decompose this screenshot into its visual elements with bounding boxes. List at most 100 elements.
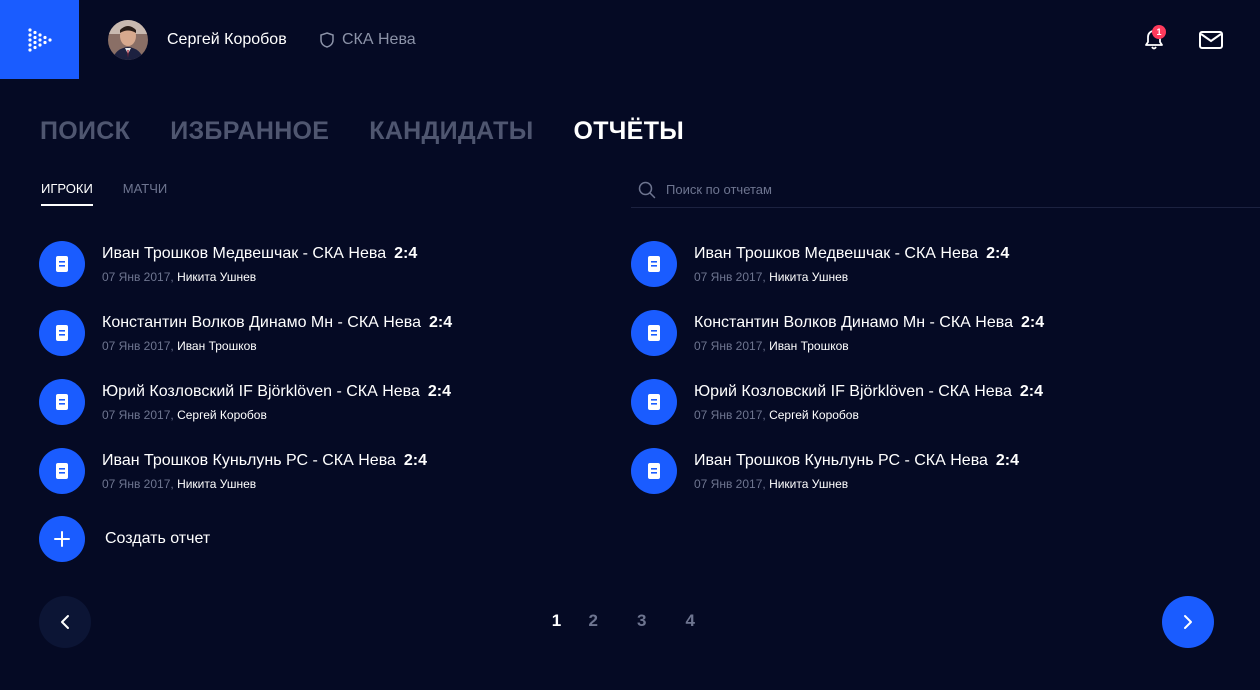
report-item[interactable]: Иван Трошков Медвешчак - СКА Нева 2:4 07 … xyxy=(631,240,1191,309)
report-icon-wrap xyxy=(39,241,85,287)
report-score: 2:4 xyxy=(394,245,418,262)
report-score: 2:4 xyxy=(403,452,428,469)
team-name: СКА Нева xyxy=(342,31,416,48)
report-title: Константин Волков Динамо Мн - СКА Нева 2:… xyxy=(694,314,1045,331)
search-icon xyxy=(638,181,656,198)
report-date: 07 Янв 2017, xyxy=(694,477,766,491)
play-logo-icon xyxy=(27,27,52,52)
report-author: Иван Трошков xyxy=(769,339,849,353)
sub-tabs: ИГРОКИ МАТЧИ xyxy=(41,181,167,206)
create-report-button[interactable] xyxy=(39,516,85,562)
report-score: 2:4 xyxy=(1019,383,1044,400)
report-item[interactable]: Иван Трошков Куньлунь РС - СКА Нева 2:4 0… xyxy=(631,447,1191,516)
report-item[interactable]: Юрий Козловский IF Björklöven - СКА Нева… xyxy=(39,378,599,447)
report-date: 07 Янв 2017, xyxy=(694,339,766,353)
report-author: Сергей Коробов xyxy=(769,408,859,422)
report-date: 07 Янв 2017, xyxy=(102,408,174,422)
main-tabs: ПОИСК ИЗБРАННОЕ КАНДИДАТЫ ОТЧЁТЫ xyxy=(40,117,684,146)
chevron-right-icon xyxy=(1184,615,1192,629)
reports-list-left: Иван Трошков Медвешчак - СКА Нева 2:4 07 … xyxy=(39,240,599,516)
notification-badge: 1 xyxy=(1152,25,1166,39)
page-4[interactable]: 4 xyxy=(666,611,715,631)
report-title: Иван Трошков Медвешчак - СКА Нева 2:4 xyxy=(694,245,1010,262)
report-icon-wrap xyxy=(39,379,85,425)
plus-icon xyxy=(54,531,70,547)
report-icon-wrap xyxy=(631,379,677,425)
app-logo[interactable] xyxy=(0,0,79,79)
report-score: 2:4 xyxy=(427,383,452,400)
document-icon xyxy=(56,256,68,272)
tab-search[interactable]: ПОИСК xyxy=(40,117,130,146)
report-date: 07 Янв 2017, xyxy=(694,408,766,422)
pagination: 1 2 3 4 xyxy=(544,611,715,631)
report-item[interactable]: Константин Волков Динамо Мн - СКА Нева 2:… xyxy=(39,309,599,378)
report-icon-wrap xyxy=(631,241,677,287)
report-author: Никита Ушнев xyxy=(177,477,257,491)
document-icon xyxy=(56,325,68,341)
report-date: 07 Янв 2017, xyxy=(102,270,174,284)
report-meta: 07 Янв 2017, Сергей Коробов xyxy=(694,408,859,422)
user-name[interactable]: Сергей Коробов xyxy=(167,31,287,49)
report-item[interactable]: Константин Волков Динамо Мн - СКА Нева 2:… xyxy=(631,309,1191,378)
report-item[interactable]: Иван Трошков Куньлунь РС - СКА Нева 2:4 0… xyxy=(39,447,599,516)
report-meta: 07 Янв 2017, Иван Трошков xyxy=(694,339,849,353)
mail-icon xyxy=(1199,31,1223,49)
document-icon xyxy=(648,463,660,479)
report-author: Иван Трошков xyxy=(177,339,257,353)
search-bar xyxy=(631,172,1260,208)
report-author: Сергей Коробов xyxy=(177,408,267,422)
report-icon-wrap xyxy=(39,310,85,356)
subtab-players[interactable]: ИГРОКИ xyxy=(41,181,93,206)
team-label[interactable]: СКА Нева xyxy=(320,31,416,49)
search-input[interactable] xyxy=(666,182,1226,197)
report-meta: 07 Янв 2017, Никита Ушнев xyxy=(694,270,848,284)
document-icon xyxy=(56,463,68,479)
create-report[interactable]: Создать отчет xyxy=(39,516,210,562)
prev-page-button[interactable] xyxy=(39,596,91,648)
tab-favorites[interactable]: ИЗБРАННОЕ xyxy=(170,117,329,146)
page-3[interactable]: 3 xyxy=(618,611,667,631)
document-icon xyxy=(56,394,68,410)
report-author: Никита Ушнев xyxy=(769,270,849,284)
report-score: 2:4 xyxy=(986,245,1010,262)
page-1[interactable]: 1 xyxy=(544,611,569,631)
report-title: Константин Волков Динамо Мн - СКА Нева 2:… xyxy=(102,314,453,331)
document-icon xyxy=(648,256,660,272)
report-date: 07 Янв 2017, xyxy=(694,270,766,284)
report-icon-wrap xyxy=(39,448,85,494)
report-meta: 07 Янв 2017, Сергей Коробов xyxy=(102,408,267,422)
report-author: Никита Ушнев xyxy=(177,270,257,284)
report-title: Юрий Козловский IF Björklöven - СКА Нева… xyxy=(102,383,452,400)
report-meta: 07 Янв 2017, Никита Ушнев xyxy=(694,477,848,491)
document-icon xyxy=(648,325,660,341)
report-title: Иван Трошков Куньлунь РС - СКА Нева 2:4 xyxy=(102,452,428,469)
report-score: 2:4 xyxy=(1020,314,1045,331)
report-title: Иван Трошков Медвешчак - СКА Нева 2:4 xyxy=(102,245,418,262)
report-date: 07 Янв 2017, xyxy=(102,339,174,353)
create-report-label[interactable]: Создать отчет xyxy=(105,530,210,548)
report-icon-wrap xyxy=(631,448,677,494)
reports-list-right: Иван Трошков Медвешчак - СКА Нева 2:4 07 … xyxy=(631,240,1191,516)
report-title: Юрий Козловский IF Björklöven - СКА Нева… xyxy=(694,383,1044,400)
report-author: Никита Ушнев xyxy=(769,477,849,491)
report-score: 2:4 xyxy=(995,452,1020,469)
chevron-left-icon xyxy=(61,615,69,629)
report-item[interactable]: Иван Трошков Медвешчак - СКА Нева 2:4 07 … xyxy=(39,240,599,309)
report-item[interactable]: Юрий Козловский IF Björklöven - СКА Нева… xyxy=(631,378,1191,447)
report-title: Иван Трошков Куньлунь РС - СКА Нева 2:4 xyxy=(694,452,1020,469)
tab-reports[interactable]: ОТЧЁТЫ xyxy=(573,117,684,146)
shield-icon xyxy=(320,32,334,48)
tab-candidates[interactable]: КАНДИДАТЫ xyxy=(369,117,533,146)
report-meta: 07 Янв 2017, Никита Ушнев xyxy=(102,270,256,284)
avatar[interactable] xyxy=(108,20,148,60)
messages-button[interactable] xyxy=(1198,30,1224,50)
report-icon-wrap xyxy=(631,310,677,356)
next-page-button[interactable] xyxy=(1162,596,1214,648)
report-score: 2:4 xyxy=(428,314,453,331)
report-meta: 07 Янв 2017, Иван Трошков xyxy=(102,339,257,353)
report-date: 07 Янв 2017, xyxy=(102,477,174,491)
report-meta: 07 Янв 2017, Никита Ушнев xyxy=(102,477,256,491)
page-2[interactable]: 2 xyxy=(569,611,618,631)
subtab-matches[interactable]: МАТЧИ xyxy=(123,181,167,206)
document-icon xyxy=(648,394,660,410)
